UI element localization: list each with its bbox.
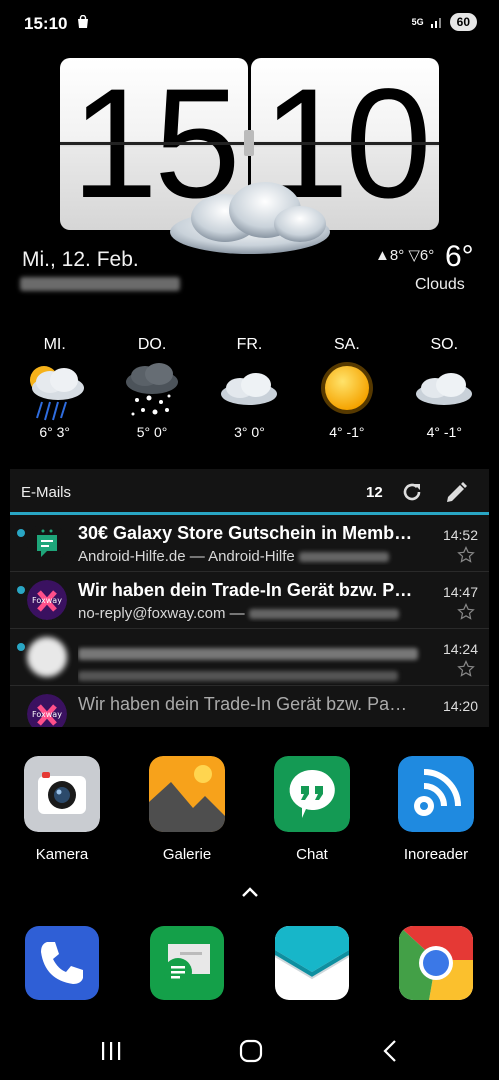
phone-icon: [25, 926, 99, 1000]
compose-icon[interactable]: [443, 480, 469, 506]
unread-indicator: [17, 529, 25, 537]
app-galerie[interactable]: Galerie: [137, 756, 237, 863]
gallery-icon: [149, 756, 225, 832]
forecast-day-name: MI.: [43, 336, 66, 353]
app-kamera[interactable]: Kamera: [12, 756, 112, 863]
dock-phone[interactable]: [12, 926, 112, 1000]
android-avatar-icon: [27, 523, 67, 563]
refresh-icon[interactable]: [400, 480, 424, 504]
back-icon[interactable]: [381, 1039, 399, 1063]
svg-text:Foxway: Foxway: [32, 710, 62, 719]
email-widget-header: E-Mails 12: [10, 469, 489, 515]
recent-apps-icon[interactable]: [100, 1040, 122, 1062]
app-chat[interactable]: Chat: [262, 756, 362, 863]
forecast-temps: 5° 0°: [136, 424, 168, 440]
cloud-icon: [416, 373, 473, 405]
weather-condition: Clouds: [415, 276, 465, 293]
star-icon[interactable]: [457, 660, 475, 678]
email-subject: Wir haben dein Trade-In Gerät bzw. P…: [78, 580, 413, 600]
network-type: 5G: [411, 16, 424, 27]
forecast-temps: 6° 3°: [39, 424, 71, 440]
weather-forecast[interactable]: MI. 6° 3° DO. 5° 0° FR. 3° 0° SA. 4° -1°…: [6, 336, 493, 446]
home-icon[interactable]: [239, 1039, 263, 1063]
blurred-avatar: [27, 637, 67, 677]
current-weather-cloud-icon[interactable]: [165, 180, 335, 260]
app-inoreader[interactable]: Inoreader: [386, 756, 486, 863]
email-time: 14:24: [442, 641, 478, 657]
unread-count: 12: [366, 484, 383, 501]
forecast-day-name: DO.: [137, 336, 167, 353]
email-time: 14:20: [442, 698, 478, 714]
email-app-icon: [275, 926, 349, 1000]
email-sender-redacted: [78, 667, 428, 684]
email-list-item[interactable]: Foxway Wir haben dein Trade-In Gerät bzw…: [10, 572, 489, 629]
app-label: Inoreader: [403, 846, 469, 863]
camera-icon: [24, 756, 100, 832]
chrome-icon: [399, 926, 473, 1000]
email-subject: 30€ Galaxy Store Gutschein in Memb…: [78, 523, 413, 543]
weather-high-low: ▲8° ▽6°: [375, 246, 434, 264]
app-label: Chat: [296, 846, 328, 863]
forecast-day-name: SA.: [333, 336, 360, 353]
unread-indicator: [17, 643, 25, 651]
status-bar: 15:10 5G 60: [0, 0, 499, 46]
cloud-icon: [221, 373, 278, 405]
sun-icon: [320, 362, 373, 414]
rain-icon: [29, 366, 84, 421]
svg-text:Foxway: Foxway: [32, 596, 62, 605]
app-drawer-chevron-icon[interactable]: [240, 885, 260, 899]
foxway-avatar-icon: Foxway: [27, 580, 67, 620]
forecast-temps: 4° -1°: [329, 424, 365, 440]
dock: [0, 926, 499, 1002]
email-subject-redacted: [78, 643, 438, 664]
star-icon[interactable]: [457, 546, 475, 564]
forecast-day: MI. 6° 3°: [6, 336, 103, 446]
forecast-day: FR. 3° 0°: [201, 336, 298, 446]
shopping-bag-icon: [78, 15, 88, 28]
rss-icon: [398, 756, 474, 832]
battery-indicator: 60: [449, 13, 477, 31]
forecast-day: SO. 4° -1°: [396, 336, 493, 446]
email-time: 14:52: [442, 527, 478, 543]
forecast-day: SA. 4° -1°: [298, 336, 395, 446]
email-widget-title[interactable]: E-Mails: [21, 484, 71, 501]
forecast-day-name: SO.: [430, 336, 459, 353]
email-sender: Android-Hilfe.de — Android-Hilfe: [78, 548, 428, 565]
email-widget: E-Mails 12 30€ Galaxy Store Gutschein in…: [10, 469, 489, 727]
unread-indicator: [17, 586, 25, 594]
email-sender: no-reply@foxway.com —: [78, 605, 428, 622]
app-label: Kamera: [35, 846, 89, 863]
email-list-item[interactable]: Foxway Wir haben dein Trade-In Gerät bzw…: [10, 686, 489, 727]
email-list-item[interactable]: 14:24: [10, 629, 489, 686]
app-label: Galerie: [162, 846, 212, 863]
forecast-temps: 3° 0°: [234, 424, 265, 440]
email-list-item[interactable]: 30€ Galaxy Store Gutschein in Memb… Andr…: [10, 515, 489, 572]
email-time: 14:47: [442, 584, 478, 600]
weather-date: Mi., 12. Feb.: [22, 248, 139, 271]
weather-low: ▽6°: [408, 247, 435, 264]
clock-hinge: [244, 130, 254, 156]
weather-high: ▲8°: [375, 247, 405, 264]
dock-messages[interactable]: [137, 926, 237, 1000]
navigation-bar: [0, 1022, 499, 1080]
email-subject: Wir haben dein Trade-In Gerät bzw. Pa…: [78, 694, 408, 714]
foxway-avatar-icon: Foxway: [27, 694, 67, 727]
signal-icon: [430, 18, 441, 28]
snow-icon: [126, 363, 179, 416]
current-temperature: 6°: [445, 240, 474, 273]
location-redacted: [20, 277, 180, 291]
messages-icon: [150, 926, 224, 1000]
status-time: 15:10: [24, 14, 68, 33]
dock-email[interactable]: [262, 926, 362, 1000]
forecast-temps: 4° -1°: [426, 424, 462, 440]
forecast-day: DO. 5° 0°: [103, 336, 200, 446]
star-icon[interactable]: [457, 603, 475, 621]
home-app-row: Kamera Galerie Chat Inoreader: [0, 756, 499, 868]
forecast-day-name: FR.: [236, 336, 263, 353]
dock-chrome[interactable]: [386, 926, 486, 1000]
chat-icon: [274, 756, 350, 832]
